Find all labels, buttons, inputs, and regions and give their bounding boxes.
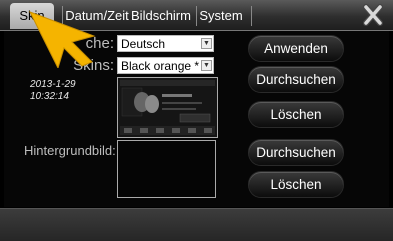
language-select[interactable]: Deutsch ▼ — [117, 35, 214, 52]
skin-preview-image — [117, 77, 218, 138]
language-value: Deutsch — [121, 37, 166, 51]
skins-select[interactable]: Black orange * ▼ — [117, 57, 214, 74]
close-x-icon — [363, 4, 383, 26]
browse-background-button[interactable]: Durchsuchen — [249, 140, 343, 165]
delete-background-button[interactable]: Löschen — [249, 172, 343, 197]
background-image-box — [117, 140, 216, 198]
close-button[interactable] — [359, 3, 387, 27]
delete-skin-button[interactable]: Löschen — [249, 102, 343, 127]
settings-window: Skin Datum/Zeit Bildschirm System che: D… — [0, 0, 393, 241]
browse-skin-button[interactable]: Durchsuchen — [249, 67, 343, 92]
bottom-bar — [0, 208, 393, 241]
background-label: Hintergrundbild: — [24, 143, 116, 158]
chevron-down-icon: ▼ — [201, 38, 212, 49]
tab-separator — [196, 6, 197, 26]
chevron-down-icon: ▼ — [201, 60, 212, 71]
skin-thumbnail — [118, 78, 217, 137]
pointer-arrow-icon — [28, 11, 96, 68]
skins-value: Black orange * — [121, 59, 200, 73]
time-readout: 10:32:14 — [30, 91, 69, 102]
tab-system[interactable]: System — [198, 3, 244, 29]
date-readout: 2013-1-29 — [30, 79, 76, 90]
tab-separator — [251, 6, 252, 26]
apply-button[interactable]: Anwenden — [249, 36, 343, 61]
tab-bildschirm[interactable]: Bildschirm — [129, 3, 193, 29]
